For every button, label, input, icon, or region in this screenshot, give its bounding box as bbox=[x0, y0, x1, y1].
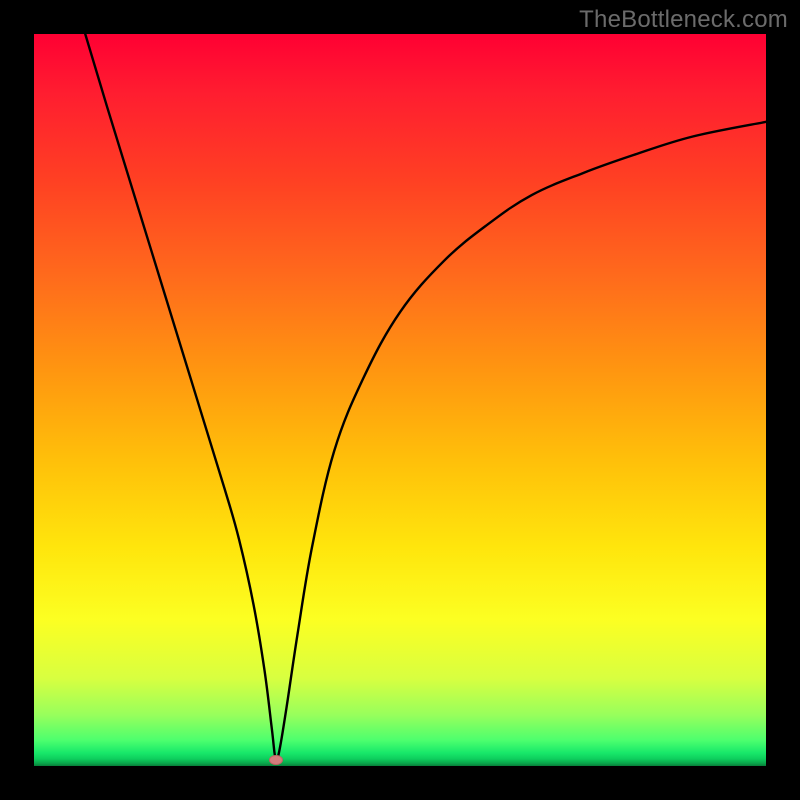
chart-frame: TheBottleneck.com bbox=[0, 0, 800, 800]
minimum-marker bbox=[269, 755, 283, 765]
plot-area bbox=[34, 34, 766, 766]
curve-path bbox=[85, 34, 766, 761]
bottleneck-curve bbox=[34, 34, 766, 766]
watermark-text: TheBottleneck.com bbox=[579, 6, 788, 34]
